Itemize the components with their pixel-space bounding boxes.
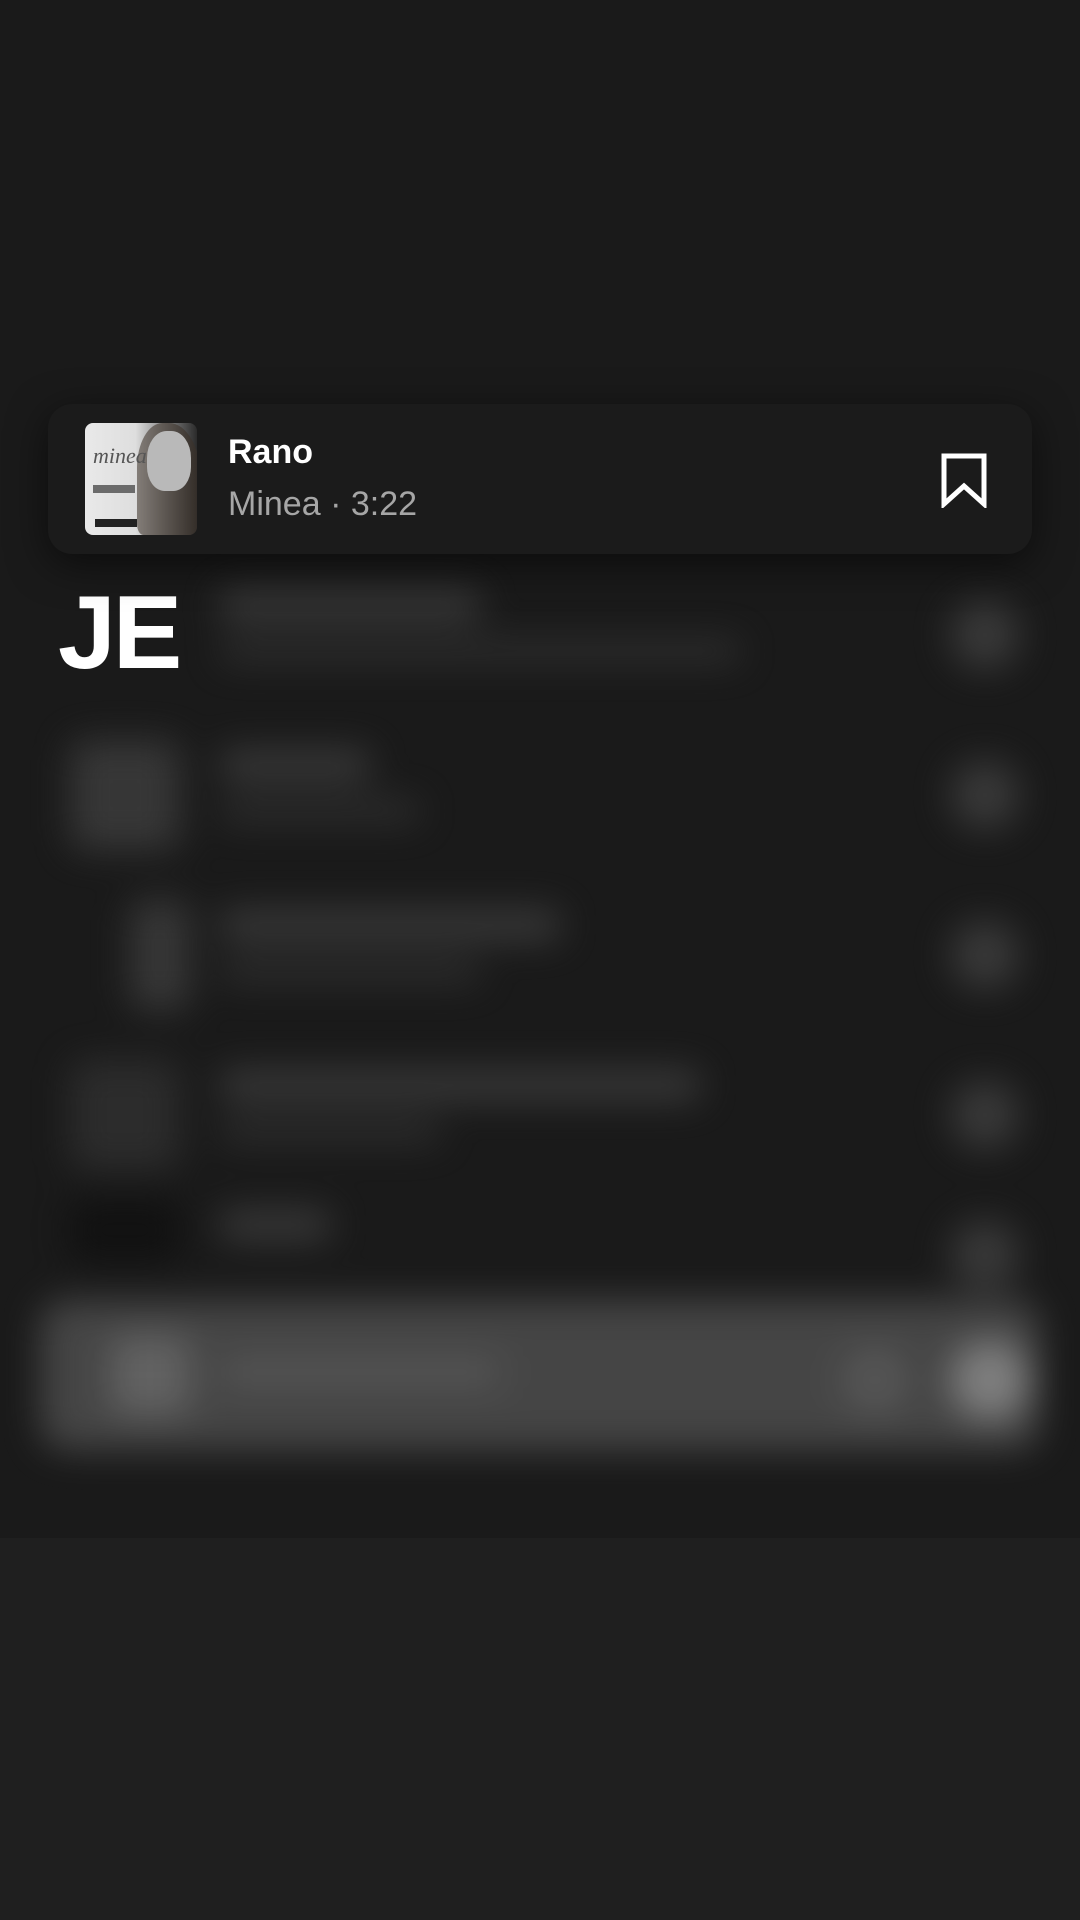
meta-separator: · — [330, 485, 342, 523]
track-card[interactable]: minea Rano Minea · 3:22 — [48, 404, 1032, 554]
list-item — [0, 720, 1080, 850]
bookmark-icon[interactable] — [938, 452, 990, 510]
section-header: JE — [58, 575, 182, 691]
list-item-action — [950, 1220, 1020, 1290]
album-cover: minea — [85, 423, 197, 535]
list-item-title — [220, 590, 480, 620]
list-item-title — [220, 910, 560, 940]
mini-player-thumb — [110, 1335, 190, 1415]
list-item — [0, 880, 1080, 1010]
mini-player — [40, 1300, 1040, 1450]
list-item-thumb — [70, 1060, 180, 1170]
list-item-thumb — [70, 1200, 180, 1260]
list-item-title — [220, 750, 370, 780]
list-item-action — [950, 1080, 1020, 1150]
cover-logo: minea — [93, 443, 147, 468]
list-item-action — [950, 920, 1020, 990]
track-meta: Minea · 3:22 — [228, 484, 417, 524]
list-item-subtitle — [220, 1120, 440, 1142]
blurred-track-list — [0, 560, 1080, 1540]
track-title: Rano — [228, 433, 313, 471]
list-item — [0, 1180, 1080, 1310]
list-item — [0, 1040, 1080, 1170]
mini-player-play — [950, 1340, 1030, 1420]
cover-art-face — [147, 431, 191, 491]
list-item-action — [950, 600, 1020, 670]
list-item-thumb — [130, 900, 190, 1010]
mini-player-title — [220, 1355, 500, 1389]
list-item-subtitle — [220, 960, 480, 982]
list-item-thumb — [70, 740, 180, 850]
list-item-title — [220, 1210, 330, 1240]
track-artist: Minea — [228, 485, 321, 523]
cover-art-tag — [95, 519, 137, 527]
bookmark-icon-svg — [941, 453, 987, 510]
list-item-subtitle — [220, 800, 420, 822]
list-item-title — [220, 1070, 700, 1100]
cover-art-bar — [93, 485, 135, 493]
screen: JE minea Rano Minea · 3:22 — [0, 0, 1080, 1920]
list-item-subtitle — [220, 640, 740, 662]
track-duration: 3:22 — [350, 485, 418, 523]
bottom-area — [0, 1538, 1080, 1920]
list-item-action — [950, 760, 1020, 830]
mini-player-action — [840, 1345, 910, 1415]
